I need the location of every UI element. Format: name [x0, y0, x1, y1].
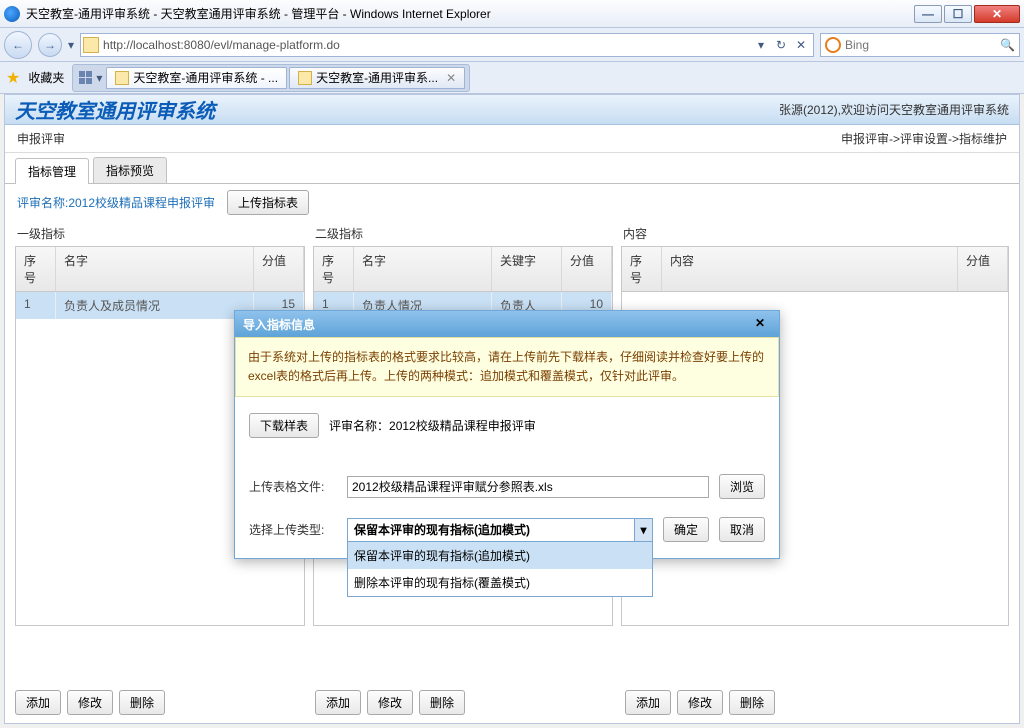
col-kw: 关键字 [492, 247, 562, 291]
browser-tab-1[interactable]: 天空教室-通用评审系统 - ... [106, 67, 287, 89]
tab-index-preview[interactable]: 指标预览 [93, 157, 167, 183]
eval-name-label: 评审名称：2012校级精品课程申报评审 [329, 417, 536, 434]
dropdown-arrow-icon[interactable]: ▾ [68, 38, 74, 52]
url-input[interactable] [103, 38, 751, 52]
breadcrumb: 申报评审 申报评审->评审设置->指标维护 [5, 125, 1019, 153]
forward-button[interactable]: → [38, 33, 62, 57]
system-banner: 天空教室通用评审系统 张源(2012),欢迎访问天空教室通用评审系统 [5, 95, 1019, 125]
eval-name-label: 评审名称:2012校级精品课程申报评审 [17, 194, 215, 211]
col-no: 序号 [314, 247, 354, 291]
crumb-right: 申报评审->评审设置->指标维护 [841, 130, 1007, 147]
system-name: 天空教室通用评审系统 [15, 95, 215, 124]
grid-header: 序号 内容 分值 [622, 247, 1008, 292]
download-sample-button[interactable]: 下载样表 [249, 413, 319, 438]
col-val: 分值 [958, 247, 1008, 291]
tab-index-manage[interactable]: 指标管理 [15, 158, 89, 184]
modal-notice: 由于系统对上传的指标表的格式要求比较高，请在上传前先下载样表，仔细阅读并检查好要… [235, 337, 779, 397]
btnrow-3: 添加 修改 删除 [615, 682, 785, 723]
delete-button[interactable]: 删除 [419, 690, 465, 715]
delete-button[interactable]: 删除 [119, 690, 165, 715]
sub-tabs: 指标管理 指标预览 [5, 153, 1019, 184]
window-close-button[interactable]: ✕ [974, 5, 1020, 23]
welcome-text: 张源(2012),欢迎访问天空教室通用评审系统 [779, 101, 1009, 118]
address-bar[interactable]: ▾ ↻ ✕ [80, 33, 814, 57]
file-label: 上传表格文件: [249, 478, 337, 495]
add-button[interactable]: 添加 [315, 690, 361, 715]
page-icon [115, 71, 129, 85]
tab-label: 天空教室-通用评审系统 - ... [133, 69, 278, 86]
grid-header: 序号 名字 分值 [16, 247, 304, 292]
search-icon[interactable]: 🔍 [1000, 38, 1015, 52]
panel-title: 二级指标 [313, 221, 613, 246]
cancel-button[interactable]: 取消 [719, 517, 765, 542]
upload-index-button[interactable]: 上传指标表 [227, 190, 309, 215]
browse-button[interactable]: 浏览 [719, 474, 765, 499]
col-val: 分值 [562, 247, 612, 291]
tab-close-icon[interactable]: ✕ [446, 71, 456, 85]
ok-button[interactable]: 确定 [663, 517, 709, 542]
window-title: 天空教室-通用评审系统 - 天空教室通用评审系统 - 管理平台 - Window… [26, 5, 914, 22]
btnrow-2: 添加 修改 删除 [305, 682, 475, 723]
crumb-left: 申报评审 [17, 130, 65, 147]
search-box[interactable]: 🔍 [820, 33, 1020, 57]
ie-icon [4, 6, 20, 22]
browser-tab-2[interactable]: 天空教室-通用评审系... ✕ [289, 67, 465, 89]
app-window: 天空教室-通用评审系统 - 天空教室通用评审系统 - 管理平台 - Window… [0, 0, 1024, 728]
chevron-down-icon[interactable]: ▾ [634, 519, 652, 541]
grid-header: 序号 名字 关键字 分值 [314, 247, 612, 292]
col-name: 内容 [662, 247, 958, 291]
option-overwrite[interactable]: 删除本评审的现有指标(覆盖模式) [348, 569, 652, 596]
select-options: 保留本评审的现有指标(追加模式) 删除本评审的现有指标(覆盖模式) [347, 542, 653, 597]
modal-titlebar: 导入指标信息 ✕ [235, 311, 779, 337]
edit-button[interactable]: 修改 [367, 690, 413, 715]
quicktabs-icon[interactable] [79, 71, 92, 84]
page-icon [83, 37, 99, 53]
file-input[interactable] [347, 476, 709, 498]
browser-navbar: ← → ▾ ▾ ↻ ✕ 🔍 [0, 28, 1024, 62]
favorites-label: 收藏夹 [28, 69, 64, 86]
favorites-bar: ★ 收藏夹 ▾ 天空教室-通用评审系统 - ... 天空教室-通用评审系... … [0, 62, 1024, 94]
import-modal: 导入指标信息 ✕ 由于系统对上传的指标表的格式要求比较高，请在上传前先下载样表，… [234, 310, 780, 559]
search-input[interactable] [845, 38, 1000, 52]
panel-title: 内容 [621, 221, 1009, 246]
back-button[interactable]: ← [4, 31, 32, 59]
edit-button[interactable]: 修改 [677, 690, 723, 715]
panel-title: 一级指标 [15, 221, 305, 246]
modal-body: 下载样表 评审名称：2012校级精品课程申报评审 上传表格文件: 浏览 选择上传… [235, 397, 779, 558]
tab-label: 天空教室-通用评审系... [316, 69, 438, 86]
col-no: 序号 [16, 247, 56, 291]
col-name: 名字 [56, 247, 254, 291]
refresh-icon[interactable]: ↻ [771, 35, 791, 55]
edit-button[interactable]: 修改 [67, 690, 113, 715]
bing-icon [825, 37, 841, 53]
url-dropdown-icon[interactable]: ▾ [751, 35, 771, 55]
modal-close-icon[interactable]: ✕ [755, 316, 771, 332]
upload-type-select[interactable]: 保留本评审的现有指标(追加模式) ▾ 保留本评审的现有指标(追加模式) 删除本评… [347, 518, 653, 542]
btnrow-1: 添加 修改 删除 [5, 682, 175, 723]
modal-title: 导入指标信息 [243, 316, 315, 333]
cell-no: 1 [16, 292, 56, 319]
page-icon [298, 71, 312, 85]
add-button[interactable]: 添加 [625, 690, 671, 715]
col-no: 序号 [622, 247, 662, 291]
select-value: 保留本评审的现有指标(追加模式) [354, 521, 530, 538]
option-append[interactable]: 保留本评审的现有指标(追加模式) [348, 542, 652, 569]
window-titlebar: 天空教室-通用评审系统 - 天空教室通用评审系统 - 管理平台 - Window… [0, 0, 1024, 28]
toolbar: 评审名称:2012校级精品课程申报评审 上传指标表 [5, 184, 1019, 221]
stop-icon[interactable]: ✕ [791, 35, 811, 55]
tabs-group: ▾ 天空教室-通用评审系统 - ... 天空教室-通用评审系... ✕ [72, 64, 470, 92]
col-val: 分值 [254, 247, 304, 291]
cell-name: 负责人及成员情况 [56, 292, 254, 319]
delete-button[interactable]: 删除 [729, 690, 775, 715]
add-button[interactable]: 添加 [15, 690, 61, 715]
type-label: 选择上传类型: [249, 521, 337, 538]
minimize-button[interactable]: ― [914, 5, 942, 23]
tab-dropdown-icon[interactable]: ▾ [96, 71, 102, 85]
col-name: 名字 [354, 247, 492, 291]
star-icon[interactable]: ★ [6, 68, 20, 88]
maximize-button[interactable]: ☐ [944, 5, 972, 23]
